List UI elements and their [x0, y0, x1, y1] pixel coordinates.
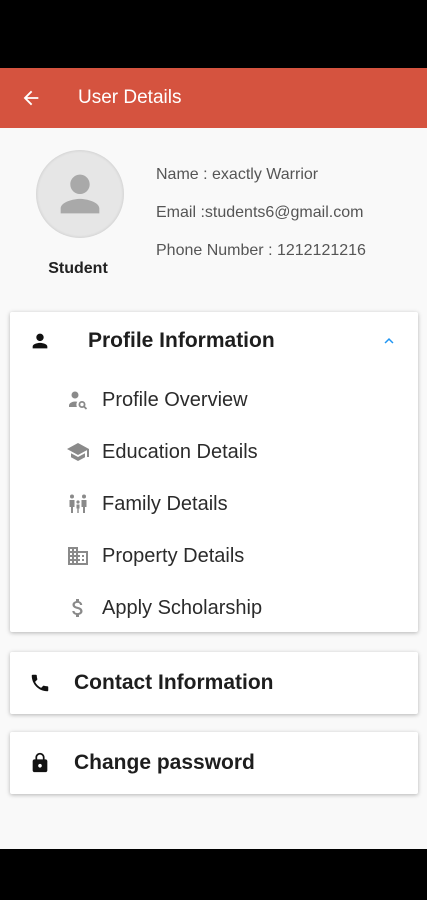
navigation-bar — [0, 849, 427, 900]
menu-item-family-details[interactable]: Family Details — [10, 478, 418, 530]
app-bar: User Details — [0, 68, 427, 128]
chevron-up-icon[interactable] — [380, 332, 398, 350]
profile-menu: Profile Overview Education Details Famil… — [10, 370, 418, 634]
email-line: Email :students6@gmail.com — [156, 204, 364, 221]
menu-item-label: Education Details — [102, 440, 258, 463]
school-icon — [67, 443, 89, 461]
phone-line: Phone Number : 1212121216 — [156, 242, 366, 259]
phone-icon — [31, 674, 49, 692]
change-password-card: Change password — [10, 732, 418, 794]
menu-item-label: Profile Overview — [102, 388, 248, 411]
user-info: Name : exactly Warrior Email :students6@… — [156, 166, 366, 280]
person-search-icon — [69, 391, 88, 410]
menu-item-education-details[interactable]: Education Details — [10, 426, 418, 478]
menu-item-label: Property Details — [102, 544, 245, 567]
avatar — [36, 150, 124, 238]
family-icon — [69, 494, 87, 513]
change-password-header[interactable]: Change password — [10, 732, 418, 794]
status-bar — [0, 0, 427, 68]
profile-information-card: Profile Information Profile Overview Edu… — [10, 312, 418, 632]
menu-item-label: Family Details — [102, 492, 228, 515]
name-line: Name : exactly Warrior — [156, 166, 319, 183]
back-button[interactable] — [0, 68, 62, 128]
menu-item-property-details[interactable]: Property Details — [10, 530, 418, 582]
person-icon — [32, 333, 48, 349]
lock-icon — [32, 752, 48, 773]
role-label: Student — [48, 260, 108, 277]
arrow-back-icon — [23, 90, 39, 106]
contact-information-card: Contact Information — [10, 652, 418, 714]
person-avatar-icon — [60, 174, 100, 214]
contact-information-title: Contact Information — [74, 671, 274, 694]
building-icon — [68, 547, 88, 565]
profile-information-header[interactable]: Profile Information — [10, 312, 418, 370]
change-password-title: Change password — [74, 751, 255, 774]
content: Student Name : exactly Warrior Email :st… — [0, 128, 427, 849]
profile-information-title: Profile Information — [88, 329, 275, 352]
menu-item-apply-scholarship[interactable]: Apply Scholarship — [10, 582, 418, 634]
menu-item-profile-overview[interactable]: Profile Overview — [10, 374, 418, 426]
contact-information-header[interactable]: Contact Information — [10, 652, 418, 714]
page-title: User Details — [78, 87, 182, 108]
dollar-icon — [72, 599, 83, 617]
menu-item-label: Apply Scholarship — [102, 596, 263, 619]
